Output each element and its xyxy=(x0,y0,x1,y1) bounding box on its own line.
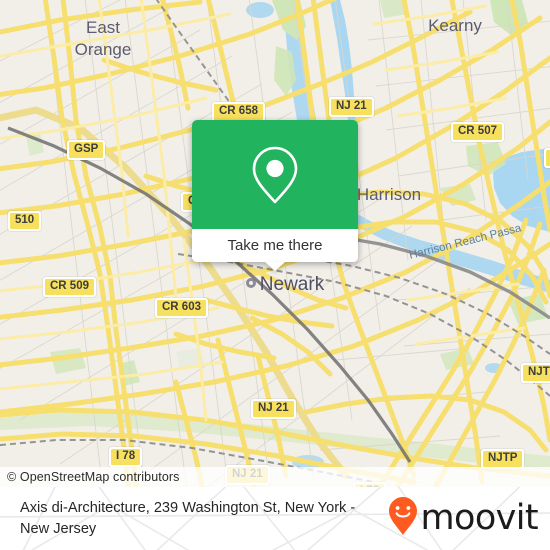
popup-image-panel xyxy=(192,120,358,229)
location-popup-card[interactable]: Take me there xyxy=(192,120,358,271)
road-shield: 510 xyxy=(8,211,42,231)
road-shield-label: NJTP xyxy=(528,366,550,378)
footer-bar: Axis di-Architecture, 239 Washington St,… xyxy=(0,487,550,550)
road-shield: NJ 21 xyxy=(251,399,296,419)
road-shield: NJTP xyxy=(481,449,525,469)
road-shield-label: NJ 21 xyxy=(336,100,367,112)
map-pin-icon xyxy=(249,144,301,206)
road-shield-label: CR 658 xyxy=(219,105,258,117)
popup-pointer xyxy=(265,262,285,271)
location-title: Axis di-Architecture, 239 Washington St,… xyxy=(20,499,356,537)
moovit-pin-smile-icon xyxy=(388,496,418,541)
road-shield-label: I 78 xyxy=(116,450,136,462)
road-shield: NJTP xyxy=(521,363,550,383)
road-shield: CR 603 xyxy=(155,298,208,318)
road-shield-label: CR 509 xyxy=(50,280,89,292)
road-shield-label: CR 603 xyxy=(162,301,201,313)
take-me-there-button[interactable]: Take me there xyxy=(192,229,358,262)
road-shield: I 78 xyxy=(109,447,143,467)
map-canvas[interactable]: Harrison Reach Passa East Orange Kearny … xyxy=(0,0,550,487)
road-shield-label: 510 xyxy=(15,214,35,226)
moovit-logo[interactable]: moovit xyxy=(388,496,539,541)
road-shield: CR 509 xyxy=(43,277,96,297)
road-shield-label: CR 507 xyxy=(458,125,497,137)
road-shield-label: GSP xyxy=(74,143,99,155)
road-shield-label: NJTP xyxy=(488,452,518,464)
osm-attribution-text: © OpenStreetMap contributors xyxy=(7,470,180,484)
road-shield: CR 658 xyxy=(212,102,265,122)
map-share-card: Harrison Reach Passa East Orange Kearny … xyxy=(0,0,550,550)
road-shield: CR 507 xyxy=(451,122,504,142)
road-shield: GSP xyxy=(67,140,106,160)
road-shield: NJ 21 xyxy=(329,97,374,117)
road-shield-label: NJ 21 xyxy=(258,402,289,414)
road-shield: I xyxy=(544,148,550,168)
osm-attribution-bar[interactable]: © OpenStreetMap contributors xyxy=(0,467,550,487)
moovit-wordmark: moovit xyxy=(420,498,539,538)
take-me-there-label: Take me there xyxy=(227,237,323,254)
